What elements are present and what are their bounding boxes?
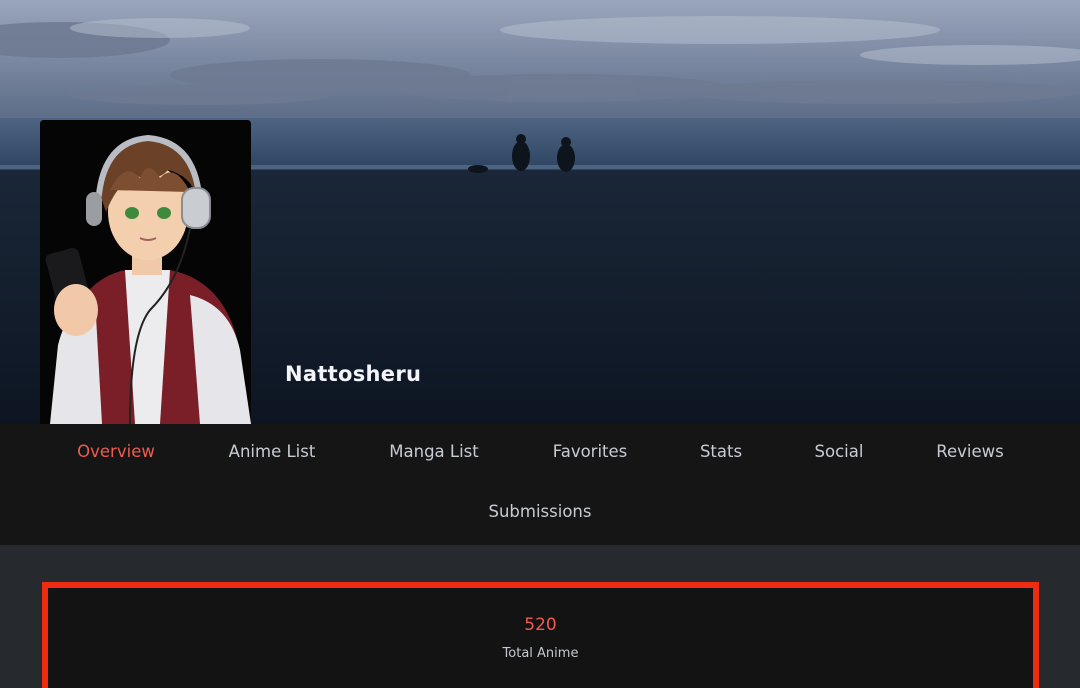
- profile-avatar[interactable]: [40, 120, 251, 424]
- tab-favorites[interactable]: Favorites: [553, 442, 628, 461]
- profile-username: Nattosheru: [285, 362, 422, 386]
- avatar-illustration: [40, 120, 251, 424]
- total-anime-count: 520: [524, 615, 557, 635]
- tab-reviews[interactable]: Reviews: [936, 442, 1003, 461]
- tab-submissions[interactable]: Submissions: [489, 502, 592, 521]
- tab-overview[interactable]: Overview: [77, 442, 155, 461]
- profile-banner: Nattosheru: [0, 0, 1080, 424]
- profile-nav: Overview Anime List Manga List Favorites…: [0, 424, 1080, 545]
- tab-anime-list[interactable]: Anime List: [229, 442, 316, 461]
- tab-manga-list[interactable]: Manga List: [389, 442, 478, 461]
- tab-stats[interactable]: Stats: [700, 442, 742, 461]
- tab-social[interactable]: Social: [815, 442, 864, 461]
- total-anime-label: Total Anime: [502, 646, 579, 661]
- total-anime-stat-card: 520 Total Anime: [42, 582, 1039, 688]
